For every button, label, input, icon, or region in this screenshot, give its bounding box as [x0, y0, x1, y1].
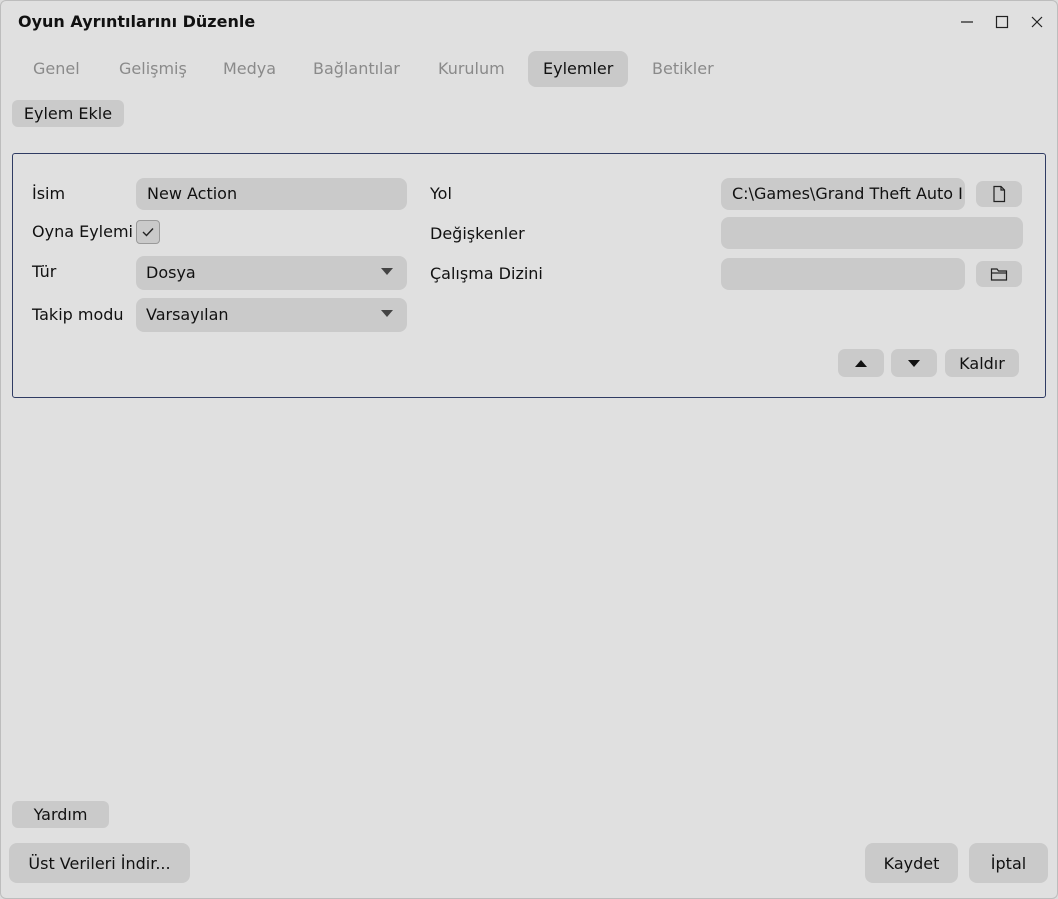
cancel-button[interactable]: İptal [969, 843, 1048, 883]
tab-general[interactable]: Genel [18, 51, 95, 87]
name-input[interactable]: New Action [136, 178, 407, 210]
tab-media[interactable]: Medya [208, 51, 291, 87]
working-directory-input[interactable] [721, 258, 965, 290]
folder-icon [990, 268, 1008, 281]
name-label: İsim [32, 184, 66, 203]
tracking-mode-value: Varsayılan [146, 305, 229, 324]
path-input[interactable]: C:\Games\Grand Theft Auto I [721, 178, 965, 210]
maximize-button[interactable] [988, 9, 1016, 35]
move-down-button[interactable] [891, 349, 937, 377]
play-action-label: Oyna Eylemi [32, 222, 133, 241]
play-action-checkbox[interactable] [136, 220, 160, 244]
chevron-down-icon [381, 268, 393, 275]
window-title: Oyun Ayrıntılarını Düzenle [18, 12, 256, 31]
tracking-mode-label: Takip modu [32, 305, 124, 324]
chevron-down-icon [381, 310, 393, 317]
path-label: Yol [430, 184, 452, 203]
remove-action-button[interactable]: Kaldır [945, 349, 1019, 377]
download-metadata-button[interactable]: Üst Verileri İndir... [9, 843, 190, 883]
type-select-value: Dosya [146, 263, 196, 282]
action-panel: İsim New Action Oyna Eylemi Tür Dosya Ta… [12, 153, 1046, 398]
triangle-up-icon [855, 359, 867, 367]
help-button[interactable]: Yardım [12, 801, 109, 828]
tab-links[interactable]: Bağlantılar [298, 51, 415, 87]
tracking-mode-select[interactable]: Varsayılan [136, 298, 407, 332]
file-icon [993, 185, 1006, 203]
working-directory-label: Çalışma Dizini [430, 264, 543, 283]
tab-installation[interactable]: Kurulum [423, 51, 520, 87]
tab-advanced[interactable]: Gelişmiş [104, 51, 202, 87]
checkmark-icon [142, 228, 154, 237]
type-label: Tür [32, 262, 57, 281]
move-up-button[interactable] [838, 349, 884, 377]
minimize-icon [961, 21, 973, 23]
tab-scripts[interactable]: Betikler [637, 51, 729, 87]
close-icon [1031, 16, 1043, 28]
type-select[interactable]: Dosya [136, 256, 407, 290]
save-button[interactable]: Kaydet [865, 843, 958, 883]
minimize-button[interactable] [953, 9, 981, 35]
browse-file-button[interactable] [976, 181, 1022, 207]
arguments-label: Değişkenler [430, 224, 525, 243]
browse-folder-button[interactable] [976, 261, 1022, 287]
maximize-icon [995, 15, 1009, 29]
triangle-down-icon [908, 359, 920, 367]
tab-actions[interactable]: Eylemler [528, 51, 629, 87]
arguments-input[interactable] [721, 217, 1023, 249]
close-button[interactable] [1023, 9, 1051, 35]
add-action-button[interactable]: Eylem Ekle [12, 100, 124, 127]
edit-game-dialog: Oyun Ayrıntılarını Düzenle Genel Gelişmi… [0, 0, 1058, 899]
